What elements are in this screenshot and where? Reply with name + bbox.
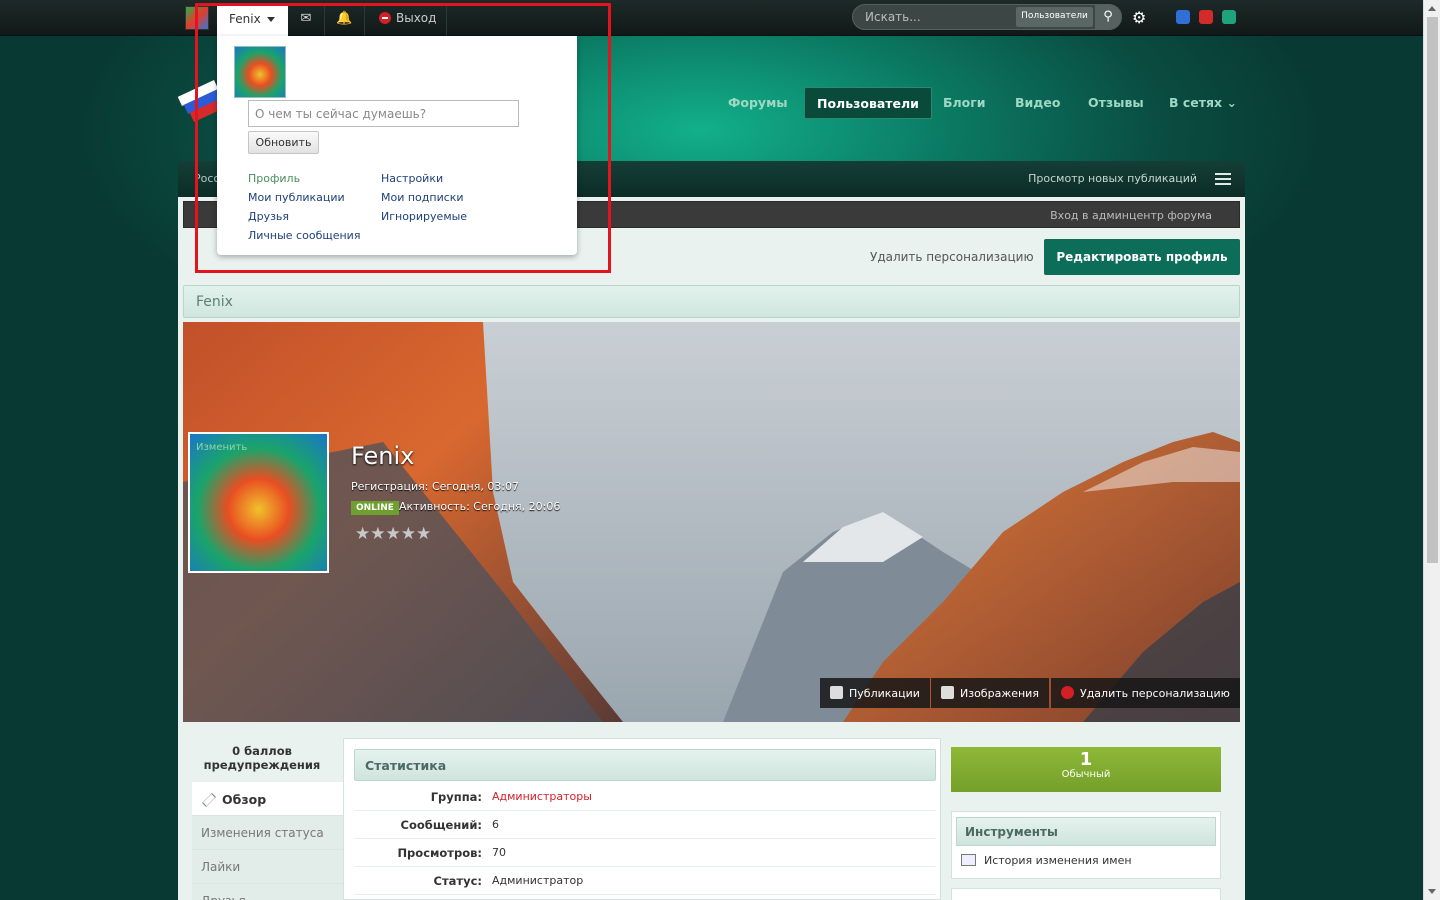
search-box: Пользователи ⚲ — [852, 4, 1122, 30]
statistics-panel: Статистика Группа: Администраторы Сообщен… — [343, 738, 941, 900]
stat-key: Группа: — [430, 790, 482, 804]
stat-value: 70 — [492, 846, 506, 859]
search-icon: ⚲ — [1103, 9, 1113, 24]
profile-avatar[interactable]: Изменить — [188, 432, 329, 573]
tools-panel: Инструменты История изменения имен — [951, 811, 1221, 879]
new-posts-link[interactable]: Просмотр новых публикаций — [1028, 172, 1197, 185]
profile-title: Fenix — [196, 294, 233, 310]
page-scrollbar[interactable] — [1423, 0, 1440, 900]
scrollbar-thumb[interactable] — [1427, 17, 1438, 563]
image-icon — [941, 686, 954, 699]
search-doc-icon — [830, 686, 843, 699]
scroll-up-icon[interactable] — [1428, 6, 1436, 11]
stat-key: Просмотров: — [397, 846, 482, 860]
remove-icon — [1061, 686, 1074, 699]
nav-users[interactable]: Пользователи — [804, 87, 932, 119]
cover-landscape — [183, 322, 1240, 722]
remove-customization-link[interactable]: Удалить персонализацию — [870, 250, 1034, 264]
reputation-badge: 1 Обычный — [951, 747, 1221, 792]
tab-friends[interactable]: Друзья — [192, 884, 343, 900]
profile-title-bar: Fenix — [183, 285, 1240, 318]
tools-title: Инструменты — [965, 825, 1058, 839]
list-icon[interactable] — [1215, 173, 1231, 185]
images-label: Изображения — [960, 687, 1039, 700]
search-input[interactable] — [865, 10, 1010, 24]
registration-date: Регистрация: Сегодня, 03:07 — [351, 480, 520, 493]
stat-row: Статус: Администратор — [354, 867, 936, 895]
remove-customization-button[interactable]: Удалить персонализацию — [1051, 678, 1240, 708]
theme-swatch-blue[interactable] — [1176, 10, 1190, 24]
nav-reviews[interactable]: Отзывы — [1076, 87, 1156, 119]
name-history-link[interactable]: История изменения имен — [984, 854, 1132, 867]
profile-side-menu: Обзор Изменения статуса Лайки Друзья — [192, 782, 343, 900]
theme-swatch-red[interactable] — [1199, 10, 1213, 24]
stat-value: 6 — [492, 818, 499, 831]
change-photo-link[interactable]: Изменить — [196, 442, 247, 453]
nav-video[interactable]: Видео — [1003, 87, 1072, 119]
statistics-header: Статистика — [354, 749, 936, 781]
stat-row: Группа: Администраторы — [354, 783, 936, 811]
stat-key: Сообщений: — [400, 818, 482, 832]
scroll-down-icon[interactable] — [1428, 889, 1436, 894]
search-button[interactable]: ⚲ — [1095, 5, 1121, 29]
publications-button[interactable]: Публикации — [820, 678, 930, 708]
stat-row: Просмотров: 70 — [354, 839, 936, 867]
publications-label: Публикации — [849, 687, 920, 700]
stat-value: Администратор — [492, 874, 584, 887]
tab-likes[interactable]: Лайки — [192, 850, 343, 884]
images-button[interactable]: Изображения — [931, 678, 1049, 708]
chevron-down-icon: ⌄ — [1226, 95, 1237, 110]
sidebar-panel — [951, 888, 1221, 900]
stat-value[interactable]: Администраторы — [492, 790, 592, 803]
admin-center-link[interactable]: Вход в админцентр форума — [1050, 209, 1212, 222]
stat-row: Сообщений: 6 — [354, 811, 936, 839]
nav-social[interactable]: В сетях ⌄ — [1157, 87, 1249, 119]
search-scope-button[interactable]: Пользователи — [1016, 7, 1093, 27]
tab-overview-label: Обзор — [222, 792, 267, 807]
remove-customization-label: Удалить персонализацию — [1080, 687, 1230, 700]
highlight-box — [195, 3, 611, 273]
stat-key: Статус: — [433, 874, 482, 888]
tab-status-updates[interactable]: Изменения статуса — [192, 816, 343, 850]
nav-social-label: В сетях — [1169, 95, 1223, 110]
pencil-icon — [202, 793, 216, 807]
reputation-number: 1 — [1079, 749, 1093, 770]
edit-profile-button[interactable]: Редактировать профиль — [1044, 239, 1240, 275]
tools-header: Инструменты — [956, 817, 1216, 846]
id-card-icon — [961, 854, 976, 866]
theme-swatch-green[interactable] — [1222, 10, 1236, 24]
tab-overview[interactable]: Обзор — [192, 782, 343, 816]
warning-points: 0 баллов предупреждения — [203, 744, 321, 772]
statistics-title: Статистика — [365, 758, 447, 773]
last-activity: Активность: Сегодня, 20:06 — [399, 500, 561, 513]
profile-name: Fenix — [351, 442, 415, 470]
nav-blogs[interactable]: Блоги — [931, 87, 998, 119]
rating-stars[interactable]: ★★★★★ — [355, 524, 431, 544]
gear-icon[interactable]: ⚙ — [1132, 8, 1146, 27]
nav-forums[interactable]: Форумы — [716, 87, 800, 119]
online-badge: ONLINE — [351, 501, 399, 515]
profile-cover-photo: Публикации Изображения Удалить персонали… — [183, 322, 1240, 722]
reputation-label: Обычный — [1061, 769, 1111, 780]
